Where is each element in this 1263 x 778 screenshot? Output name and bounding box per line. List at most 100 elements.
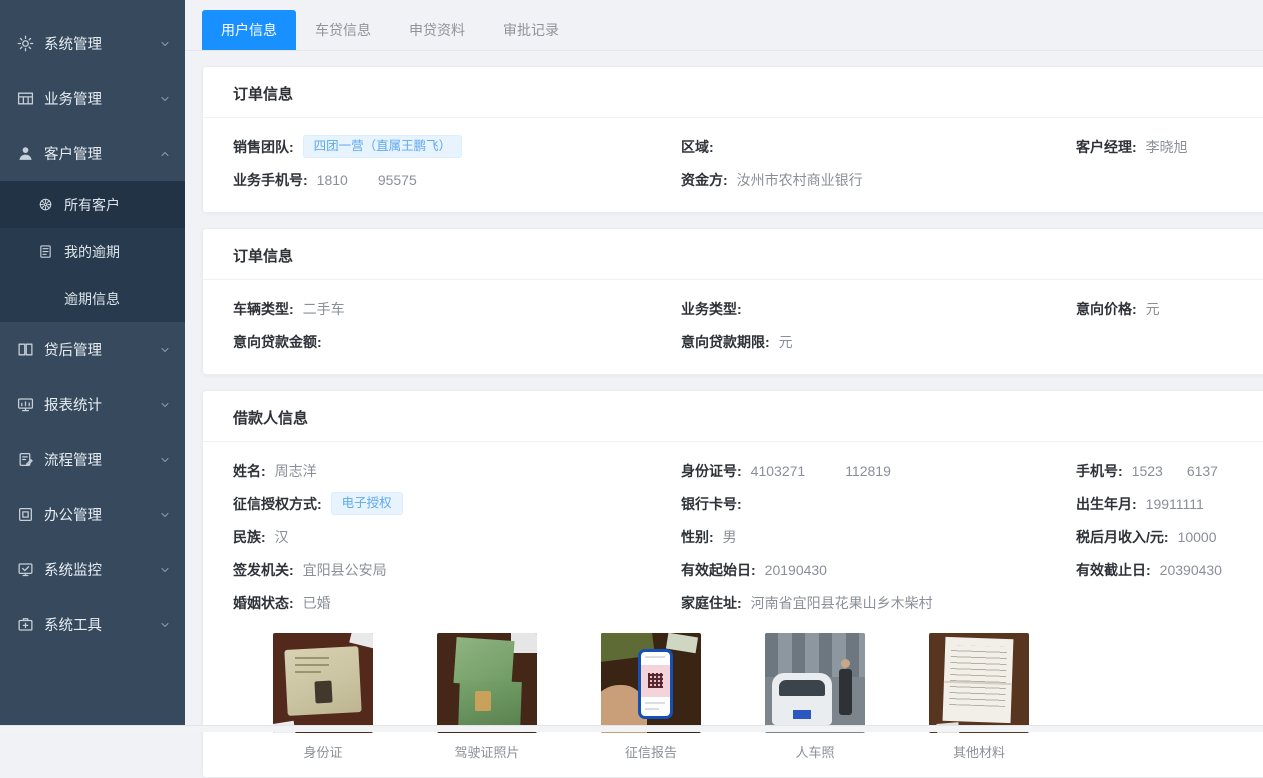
field-label: 资金方: — [681, 170, 728, 190]
field-label: 有效截止日: — [1076, 560, 1151, 580]
field-label: 签发机关: — [233, 560, 294, 580]
field-label: 手机号: — [1076, 461, 1123, 481]
field-label: 车辆类型: — [233, 299, 294, 319]
sidebar-item-office-mgmt[interactable]: 办公管理 — [0, 487, 185, 542]
sidebar-item-process-mgmt[interactable]: 流程管理 — [0, 432, 185, 487]
field-label: 有效起始日: — [681, 560, 756, 580]
field-region: 区域: — [681, 137, 1076, 157]
sidebar-item-overdue-info[interactable]: 逾期信息 — [0, 275, 185, 322]
field-value: 20390430 — [1160, 562, 1222, 578]
monitor-icon — [16, 396, 34, 414]
sidebar-item-system-mgmt[interactable]: 系统管理 — [0, 16, 185, 71]
field-label: 家庭住址: — [681, 593, 742, 613]
monitor-check-icon — [16, 561, 34, 579]
field-label: 征信授权方式: — [233, 494, 322, 514]
square-icon — [16, 506, 34, 524]
sidebar-item-label: 报表统计 — [44, 394, 159, 415]
field-value: 181095575 — [317, 172, 417, 188]
field-mobile-phone: 手机号: 15236137 — [1076, 461, 1238, 481]
sidebar-item-my-overdue[interactable]: 我的逾期 — [0, 228, 185, 275]
field-label: 意向价格: — [1076, 299, 1137, 319]
sidebar-item-label: 所有客户 — [64, 195, 120, 215]
field-label: 姓名: — [233, 461, 266, 481]
field-vehicle-type: 车辆类型: 二手车 — [233, 299, 681, 319]
chevron-down-icon — [159, 454, 171, 466]
field-label: 婚姻状态: — [233, 593, 294, 613]
field-label: 业务手机号: — [233, 170, 308, 190]
field-value: 二手车 — [303, 299, 345, 319]
photo-id-card[interactable] — [273, 633, 373, 733]
field-value: 10000 — [1178, 529, 1217, 545]
tab-car-loan-info[interactable]: 车贷信息 — [296, 10, 390, 50]
field-id-number: 身份证号: 4103271112819 — [681, 461, 1076, 481]
field-intent-loan-amount: 意向贷款金额: — [233, 332, 681, 352]
sidebar-item-post-loan-mgmt[interactable]: 贷后管理 — [0, 322, 185, 377]
chevron-down-icon — [159, 344, 171, 356]
sales-team-tag[interactable]: 四团一营（直属王鹏飞） — [303, 135, 463, 158]
sidebar-item-label: 贷后管理 — [44, 339, 159, 360]
photo-paper-document[interactable] — [929, 633, 1029, 733]
sidebar-item-all-customers[interactable]: 所有客户 — [0, 181, 185, 228]
photo-caption: 驾驶证照片 — [437, 742, 537, 761]
sidebar-item-system-monitor[interactable]: 系统监控 — [0, 542, 185, 597]
wheel-icon — [36, 196, 54, 214]
field-label: 银行卡号: — [681, 494, 742, 514]
field-gender: 性别: 男 — [681, 527, 1076, 547]
field-value: 宜阳县公安局 — [303, 560, 387, 580]
field-issuing-authority: 签发机关: 宜阳县公安局 — [233, 560, 681, 580]
field-value: 汝州市农村商业银行 — [737, 170, 863, 190]
field-value: 周志洋 — [275, 461, 317, 481]
tab-user-info[interactable]: 用户信息 — [202, 10, 296, 50]
field-valid-from: 有效起始日: 20190430 — [681, 560, 1076, 580]
sidebar: 系统管理 业务管理 客户管理 所有客户 我的逾期 逾期信息 贷后管理 报表统计 — [0, 0, 185, 726]
field-value: 河南省宜阳县花果山乡木柴村 — [751, 593, 933, 613]
book-icon — [16, 341, 34, 359]
redaction-block — [805, 465, 845, 478]
sidebar-item-label: 办公管理 — [44, 504, 159, 525]
sidebar-item-report-stats[interactable]: 报表统计 — [0, 377, 185, 432]
field-birth-date: 出生年月: 19911111 — [1076, 494, 1238, 514]
field-business-type: 业务类型: — [681, 299, 1076, 319]
main-content: 用户信息 车贷信息 申贷资料 审批记录 订单信息 销售团队: 四团一营（直属王鹏… — [185, 0, 1263, 732]
window-bottom-strip — [0, 725, 1263, 732]
credit-auth-tag[interactable]: 电子授权 — [331, 492, 403, 515]
field-intent-price: 意向价格: 元 — [1076, 299, 1238, 319]
photo-person-with-car[interactable] — [765, 633, 865, 733]
photo-caption: 其他材料 — [929, 742, 1029, 761]
field-label: 客户经理: — [1076, 137, 1137, 157]
photo-license-booklet[interactable] — [437, 633, 537, 733]
photo-phone-qr-code[interactable] — [601, 633, 701, 733]
sidebar-item-label: 逾期信息 — [64, 289, 120, 309]
field-value: 男 — [723, 527, 737, 547]
sidebar-item-system-tools[interactable]: 系统工具 — [0, 597, 185, 652]
field-label: 出生年月: — [1076, 494, 1137, 514]
order-info-card-1: 订单信息 销售团队: 四团一营（直属王鹏飞） 区域: 客户经理: 李晓旭 业务手 — [202, 66, 1263, 213]
field-customer-manager: 客户经理: 李晓旭 — [1076, 137, 1238, 157]
field-value: 已婚 — [303, 593, 331, 613]
sidebar-item-business-mgmt[interactable]: 业务管理 — [0, 71, 185, 126]
chevron-down-icon — [159, 564, 171, 576]
field-sales-team: 销售团队: 四团一营（直属王鹏飞） — [233, 135, 681, 158]
user-icon — [16, 145, 34, 163]
customer-mgmt-submenu: 所有客户 我的逾期 逾期信息 — [0, 181, 185, 322]
tab-approval-records[interactable]: 审批记录 — [484, 10, 578, 50]
redaction-block — [348, 174, 378, 187]
field-value: 元 — [779, 332, 793, 352]
field-credit-auth-method: 征信授权方式: 电子授权 — [233, 492, 681, 515]
sidebar-item-customer-mgmt[interactable]: 客户管理 — [0, 126, 185, 181]
gear-icon — [16, 35, 34, 53]
field-label: 民族: — [233, 527, 266, 547]
field-value: 李晓旭 — [1146, 137, 1188, 157]
redaction-block — [1163, 465, 1187, 478]
field-value: 4103271112819 — [751, 463, 891, 479]
field-value: 汉 — [275, 527, 289, 547]
field-business-phone: 业务手机号: 181095575 — [233, 170, 681, 190]
photo-item: 人车照 — [765, 633, 865, 761]
field-marital-status: 婚姻状态: 已婚 — [233, 593, 681, 613]
sidebar-item-label: 业务管理 — [44, 88, 159, 109]
field-bank-card-number: 银行卡号: — [681, 494, 1076, 514]
grid-icon — [16, 90, 34, 108]
card-title: 订单信息 — [203, 67, 1263, 118]
tab-loan-application-docs[interactable]: 申贷资料 — [390, 10, 484, 50]
sidebar-item-label: 系统管理 — [44, 33, 159, 54]
